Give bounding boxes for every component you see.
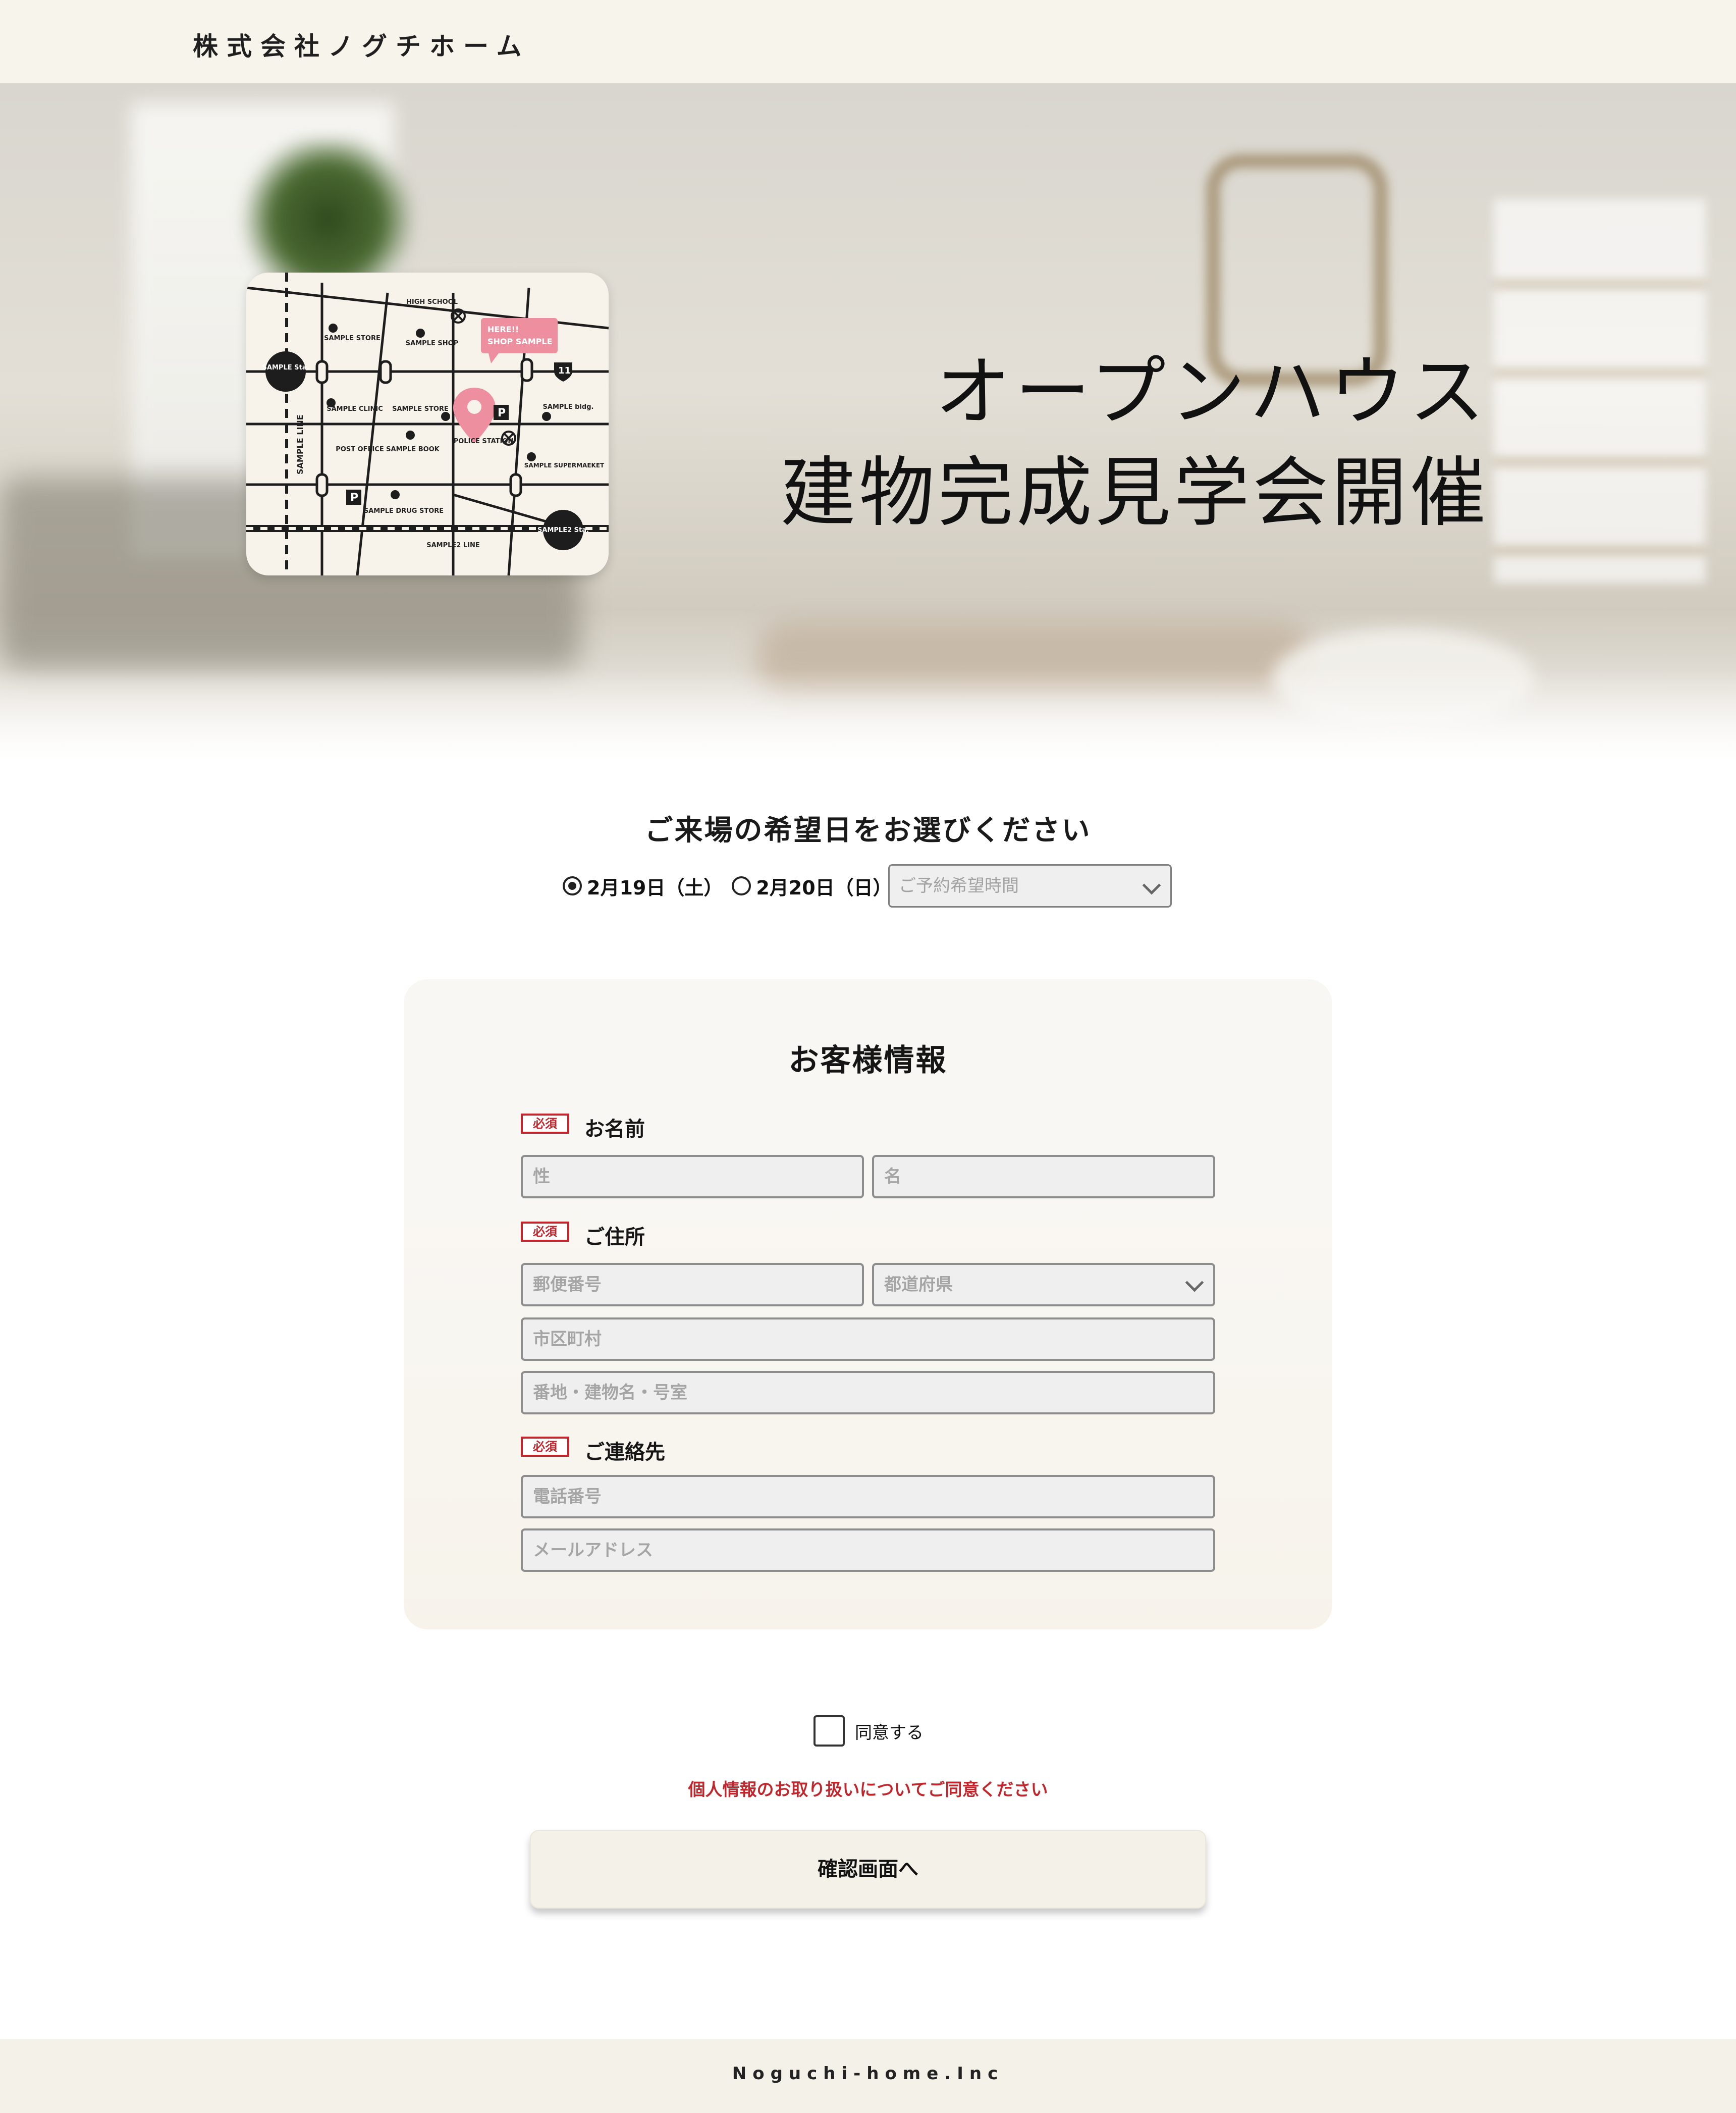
map-label-station-1: SAMPLE Sta. <box>262 364 309 372</box>
map-label-high-school: HIGH SCHOOL <box>406 298 458 306</box>
site-footer: Noguchi-home.Inc <box>0 2039 1736 2113</box>
map-label-sample-line: SAMPLE LINE <box>295 414 305 474</box>
hero-title-line1: オープンハウス <box>935 348 1489 436</box>
map-label-post-office: POST OFFICE <box>336 446 384 453</box>
contact-label: ご連絡先 <box>584 1441 665 1464</box>
city-input[interactable]: 市区町村 <box>521 1317 1215 1361</box>
phone-input[interactable]: 電話番号 <box>521 1475 1215 1518</box>
last-name-input[interactable]: 性 <box>521 1155 864 1198</box>
map-label-sample-shop: SAMPLE SHOP <box>406 340 458 347</box>
hero-shelf <box>1494 199 1706 583</box>
hero-title-line2: 建物完成見学会開催 <box>780 449 1489 537</box>
address-label: ご住所 <box>584 1226 645 1249</box>
chevron-down-icon <box>1185 1273 1204 1292</box>
map-label-here: HERE!! <box>487 325 519 334</box>
radio-feb20[interactable] <box>732 876 751 895</box>
map-station-1 <box>265 351 306 392</box>
postal-code-placeholder: 郵便番号 <box>533 1275 602 1295</box>
time-select-placeholder: ご予約希望時間 <box>899 876 1019 896</box>
confirm-button[interactable]: 確認画面へ <box>530 1830 1206 1909</box>
map-label-sample-store-2: SAMPLE STORE <box>392 405 449 413</box>
map-label-sample-drug-store: SAMPLE DRUG STORE <box>364 507 444 515</box>
map-pin-icon <box>453 388 496 443</box>
map-label-sample-clinic: SAMPLE CLINIC <box>327 405 383 413</box>
date-option-feb20-label: 2月20日（日） <box>756 876 892 899</box>
agree-label: 同意する <box>855 1722 924 1743</box>
map-label-shop-sample: SHOP SAMPLE <box>487 337 553 346</box>
date-section-title: ご来場の希望日をお選びください <box>644 814 1092 847</box>
prefecture-placeholder: 都道府県 <box>884 1275 953 1295</box>
map-parking-label-1: P <box>498 407 506 419</box>
footer-copyright: Noguchi-home.Inc <box>732 2064 1004 2084</box>
required-badge-contact: 必須 <box>521 1437 569 1457</box>
hero-fade <box>0 669 1736 760</box>
map-pin-dot <box>467 400 481 414</box>
map-signals <box>315 358 533 497</box>
customer-info-title: お客様情報 <box>788 1043 948 1078</box>
street-input[interactable]: 番地・建物名・号室 <box>521 1371 1215 1414</box>
chevron-down-icon <box>1142 876 1161 895</box>
hero-title: オープンハウス 建物完成見学会開催 <box>780 331 1489 541</box>
email-placeholder: メールアドレス <box>533 1540 653 1560</box>
date-option-feb20[interactable]: 2月20日（日） <box>732 872 892 900</box>
map-label-sample-supermarket: SAMPLE SUPERMAEKET <box>524 462 605 469</box>
date-options: 2月19日（土） 2月20日（日） <box>563 864 901 908</box>
map-label-sample-bldg: SAMPLE bldg. <box>543 403 594 411</box>
privacy-notice: 個人情報のお取り扱いについてご同意ください <box>688 1780 1048 1800</box>
postal-code-input[interactable]: 郵便番号 <box>521 1263 864 1306</box>
map-graphic: SAMPLE Sta. SAMPLE2 Sta. HERE!! SHOP SAM… <box>246 273 609 575</box>
phone-placeholder: 電話番号 <box>533 1487 602 1507</box>
prefecture-select[interactable]: 都道府県 <box>872 1263 1215 1306</box>
date-option-feb19-label: 2月19日（土） <box>587 876 723 899</box>
map-label-sample2-line: SAMPLE2 LINE <box>426 542 480 549</box>
required-badge-name: 必須 <box>521 1114 569 1134</box>
map-label-police-station: POLICE STATION <box>454 438 514 445</box>
first-name-input[interactable]: 名 <box>872 1155 1215 1198</box>
map-label-station-2: SAMPLE2 Sta. <box>537 526 589 534</box>
required-badge-address: 必須 <box>521 1222 569 1242</box>
street-placeholder: 番地・建物名・号室 <box>533 1383 687 1403</box>
company-logo[interactable]: 株式会社ノグチホーム <box>193 26 530 63</box>
map-label-sample-store: SAMPLE STORE <box>324 335 381 342</box>
city-placeholder: 市区町村 <box>533 1329 602 1349</box>
last-name-placeholder: 性 <box>533 1167 550 1187</box>
map-parking-label-2: P <box>350 492 358 504</box>
first-name-placeholder: 名 <box>884 1167 901 1187</box>
radio-feb19[interactable] <box>563 876 582 895</box>
email-input[interactable]: メールアドレス <box>521 1528 1215 1572</box>
map-label-sample-book: SAMPLE BOOK <box>386 446 440 453</box>
map-here-bubble <box>481 318 558 353</box>
access-map: SAMPLE Sta. SAMPLE2 Sta. HERE!! SHOP SAM… <box>246 273 609 575</box>
map-here-bubble-tail <box>489 353 499 363</box>
time-select[interactable]: ご予約希望時間 <box>888 864 1172 908</box>
map-route-number: 11 <box>558 365 571 376</box>
date-option-feb19[interactable]: 2月19日（土） <box>563 872 723 900</box>
site-header: 株式会社ノグチホーム <box>0 0 1736 83</box>
name-label: お名前 <box>584 1118 645 1141</box>
agree-checkbox[interactable] <box>813 1715 845 1747</box>
agreement[interactable]: 同意する <box>813 1715 924 1747</box>
